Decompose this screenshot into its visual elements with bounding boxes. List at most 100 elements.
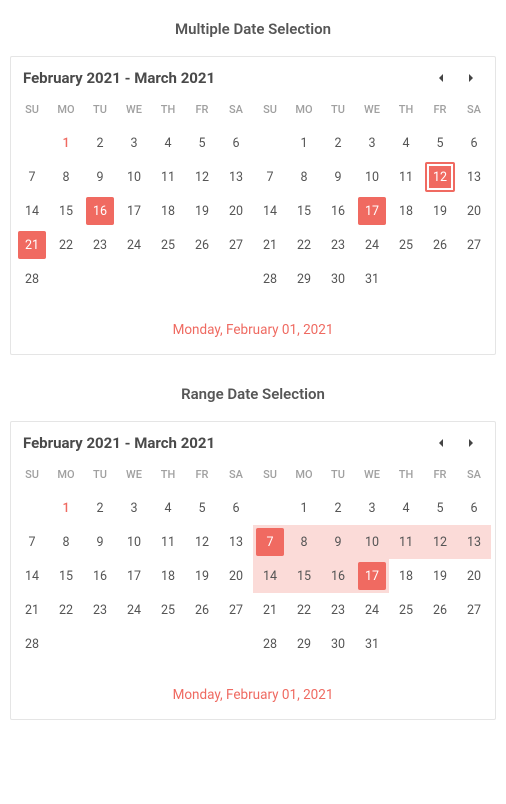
day-cell[interactable]: 25 bbox=[151, 593, 185, 627]
day-cell[interactable]: 11 bbox=[389, 525, 423, 559]
day-cell[interactable]: 25 bbox=[151, 228, 185, 262]
day-cell[interactable]: 5 bbox=[423, 491, 457, 525]
day-cell[interactable]: 30 bbox=[321, 627, 355, 661]
day-cell[interactable]: 26 bbox=[423, 593, 457, 627]
day-cell[interactable]: 2 bbox=[321, 126, 355, 160]
day-cell[interactable]: 20 bbox=[457, 194, 491, 228]
day-cell[interactable]: 5 bbox=[185, 491, 219, 525]
day-cell[interactable]: 3 bbox=[355, 126, 389, 160]
day-cell[interactable]: 30 bbox=[321, 262, 355, 296]
day-cell[interactable]: 19 bbox=[423, 194, 457, 228]
day-cell[interactable]: 7 bbox=[253, 160, 287, 194]
day-cell[interactable]: 1 bbox=[287, 491, 321, 525]
day-cell[interactable]: 8 bbox=[49, 525, 83, 559]
day-cell[interactable]: 5 bbox=[423, 126, 457, 160]
day-cell[interactable]: 11 bbox=[151, 525, 185, 559]
day-cell[interactable]: 10 bbox=[355, 160, 389, 194]
day-cell[interactable]: 3 bbox=[117, 126, 151, 160]
day-cell[interactable]: 19 bbox=[423, 559, 457, 593]
day-cell[interactable]: 29 bbox=[287, 627, 321, 661]
day-cell[interactable]: 13 bbox=[457, 160, 491, 194]
day-cell[interactable]: 21 bbox=[253, 593, 287, 627]
prev-month-button[interactable] bbox=[433, 70, 449, 86]
day-cell[interactable]: 16 bbox=[321, 559, 355, 593]
day-cell[interactable]: 4 bbox=[151, 491, 185, 525]
day-cell[interactable]: 20 bbox=[219, 559, 253, 593]
day-cell[interactable]: 9 bbox=[83, 160, 117, 194]
day-cell[interactable]: 23 bbox=[321, 228, 355, 262]
day-cell[interactable]: 17 bbox=[117, 559, 151, 593]
day-cell[interactable]: 2 bbox=[83, 126, 117, 160]
day-cell[interactable]: 1 bbox=[49, 126, 83, 160]
day-cell[interactable]: 17 bbox=[355, 194, 389, 228]
day-cell[interactable]: 5 bbox=[185, 126, 219, 160]
day-cell[interactable]: 16 bbox=[83, 559, 117, 593]
day-cell[interactable]: 26 bbox=[423, 228, 457, 262]
day-cell[interactable]: 2 bbox=[321, 491, 355, 525]
day-cell[interactable]: 10 bbox=[117, 525, 151, 559]
day-cell[interactable]: 6 bbox=[219, 126, 253, 160]
day-cell[interactable]: 20 bbox=[219, 194, 253, 228]
next-month-button[interactable] bbox=[463, 70, 479, 86]
day-cell[interactable]: 18 bbox=[151, 559, 185, 593]
day-cell[interactable]: 31 bbox=[355, 262, 389, 296]
day-cell[interactable]: 24 bbox=[117, 228, 151, 262]
day-cell[interactable]: 9 bbox=[83, 525, 117, 559]
day-cell[interactable]: 14 bbox=[253, 194, 287, 228]
day-cell[interactable]: 6 bbox=[457, 126, 491, 160]
day-cell[interactable]: 4 bbox=[151, 126, 185, 160]
day-cell[interactable]: 6 bbox=[457, 491, 491, 525]
day-cell[interactable]: 15 bbox=[287, 559, 321, 593]
day-cell[interactable]: 8 bbox=[287, 160, 321, 194]
day-cell[interactable]: 16 bbox=[83, 194, 117, 228]
day-cell[interactable]: 7 bbox=[15, 525, 49, 559]
day-cell[interactable]: 28 bbox=[15, 262, 49, 296]
day-cell[interactable]: 11 bbox=[151, 160, 185, 194]
day-cell[interactable]: 9 bbox=[321, 525, 355, 559]
day-cell[interactable]: 23 bbox=[83, 593, 117, 627]
day-cell[interactable]: 7 bbox=[253, 525, 287, 559]
day-cell[interactable]: 8 bbox=[287, 525, 321, 559]
day-cell[interactable]: 24 bbox=[117, 593, 151, 627]
day-cell[interactable]: 15 bbox=[49, 559, 83, 593]
day-cell[interactable]: 27 bbox=[457, 593, 491, 627]
day-cell[interactable]: 26 bbox=[185, 593, 219, 627]
next-month-button[interactable] bbox=[463, 435, 479, 451]
day-cell[interactable]: 21 bbox=[15, 593, 49, 627]
day-cell[interactable]: 12 bbox=[423, 525, 457, 559]
day-cell[interactable]: 25 bbox=[389, 228, 423, 262]
day-cell[interactable]: 18 bbox=[389, 194, 423, 228]
day-cell[interactable]: 3 bbox=[355, 491, 389, 525]
day-cell[interactable]: 1 bbox=[287, 126, 321, 160]
day-cell[interactable]: 28 bbox=[253, 262, 287, 296]
prev-month-button[interactable] bbox=[433, 435, 449, 451]
day-cell[interactable]: 27 bbox=[457, 228, 491, 262]
day-cell[interactable]: 28 bbox=[253, 627, 287, 661]
day-cell[interactable]: 13 bbox=[219, 160, 253, 194]
day-cell[interactable]: 1 bbox=[49, 491, 83, 525]
day-cell[interactable]: 4 bbox=[389, 491, 423, 525]
day-cell[interactable]: 29 bbox=[287, 262, 321, 296]
day-cell[interactable]: 12 bbox=[423, 160, 457, 194]
day-cell[interactable]: 19 bbox=[185, 194, 219, 228]
day-cell[interactable]: 10 bbox=[117, 160, 151, 194]
day-cell[interactable]: 10 bbox=[355, 525, 389, 559]
day-cell[interactable]: 6 bbox=[219, 491, 253, 525]
day-cell[interactable]: 24 bbox=[355, 593, 389, 627]
day-cell[interactable]: 13 bbox=[219, 525, 253, 559]
day-cell[interactable]: 3 bbox=[117, 491, 151, 525]
day-cell[interactable]: 4 bbox=[389, 126, 423, 160]
day-cell[interactable]: 8 bbox=[49, 160, 83, 194]
day-cell[interactable]: 22 bbox=[287, 228, 321, 262]
day-cell[interactable]: 22 bbox=[287, 593, 321, 627]
day-cell[interactable]: 16 bbox=[321, 194, 355, 228]
day-cell[interactable]: 2 bbox=[83, 491, 117, 525]
day-cell[interactable]: 17 bbox=[355, 559, 389, 593]
day-cell[interactable]: 26 bbox=[185, 228, 219, 262]
day-cell[interactable]: 11 bbox=[389, 160, 423, 194]
day-cell[interactable]: 27 bbox=[219, 228, 253, 262]
day-cell[interactable]: 20 bbox=[457, 559, 491, 593]
day-cell[interactable]: 23 bbox=[83, 228, 117, 262]
day-cell[interactable]: 12 bbox=[185, 525, 219, 559]
day-cell[interactable]: 12 bbox=[185, 160, 219, 194]
